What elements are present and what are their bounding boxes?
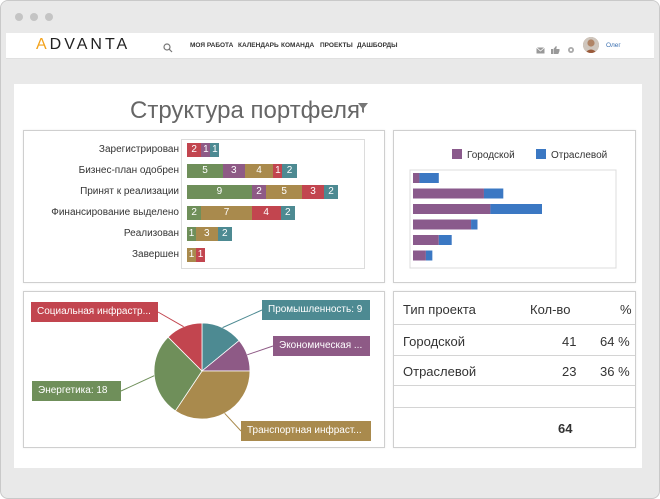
pie-label-industry: Промышленность: 9 xyxy=(262,300,370,320)
stacked-bar-segment[interactable]: 2 xyxy=(282,164,297,178)
stacked-row-label: Бизнес-план одобрен xyxy=(78,165,179,176)
stacked-bar-segment[interactable]: 2 xyxy=(280,206,295,220)
stacked-bar-segment[interactable]: 1 xyxy=(210,143,220,157)
type-bar-segment[interactable] xyxy=(438,235,452,245)
stacked-bar-segment[interactable]: 2 xyxy=(251,185,267,199)
pie-label-energy: Энергетика: 18 xyxy=(32,381,121,401)
stacked-bar-segment[interactable]: 4 xyxy=(251,206,281,220)
stacked-bar-segment[interactable]: 3 xyxy=(302,185,324,199)
window-dot-maximize[interactable] xyxy=(45,13,53,21)
page-title: Структура портфеля xyxy=(130,97,360,124)
type-bar-segment[interactable] xyxy=(471,219,478,230)
stacked-plot-box xyxy=(181,139,365,269)
nav-dashboards[interactable]: ДАШБОРДЫ xyxy=(357,42,398,49)
stacked-bar-segment[interactable]: 1 xyxy=(187,227,196,241)
stacked-row-label: Завершен xyxy=(131,249,179,260)
type-bar-segment[interactable] xyxy=(425,250,433,261)
pie-leader-line xyxy=(247,345,274,356)
table-header-percent: % xyxy=(620,302,632,317)
type-bar-segment[interactable] xyxy=(413,235,439,245)
stacked-row-label: Принят к реализации xyxy=(80,186,179,197)
filter-icon[interactable] xyxy=(358,100,368,118)
nav-calendar[interactable]: КАЛЕНДАРЬ xyxy=(238,42,279,49)
type-bar-segment[interactable] xyxy=(413,188,484,199)
type-table-panel: Тип проекта Кол-во % Городской 41 64 % О… xyxy=(393,291,636,448)
stacked-bar-segment[interactable]: 2 xyxy=(187,206,202,220)
stacked-bar-segment[interactable]: 1 xyxy=(273,164,283,178)
stacked-bar-segment[interactable]: 5 xyxy=(266,185,303,199)
stacked-bar-segment[interactable]: 3 xyxy=(196,227,218,241)
table-divider xyxy=(394,385,635,386)
sector-pie-panel: Социальная инфрастр... Промышленность: 9… xyxy=(23,291,385,448)
stacked-bar-segment[interactable]: 2 xyxy=(217,227,232,241)
stacked-bar-segment[interactable]: 1 xyxy=(201,143,211,157)
table-divider xyxy=(394,407,635,408)
nav-my-work[interactable]: МОЯ РАБОТА xyxy=(190,42,233,49)
pie-label-transport: Транспортная инфраст... xyxy=(241,421,371,441)
table-total-count: 64 xyxy=(558,421,573,436)
table-cell-type: Отраслевой xyxy=(403,364,477,379)
user-avatar[interactable] xyxy=(583,37,599,53)
user-name[interactable]: Олег xyxy=(606,42,621,49)
pie-leader-line xyxy=(222,309,263,329)
pie-label-social: Социальная инфрастр... xyxy=(31,302,158,322)
stacked-bar-segment[interactable]: 4 xyxy=(244,164,274,178)
stacked-bar-segment[interactable]: 7 xyxy=(201,206,252,220)
pie-leader-line xyxy=(120,375,155,392)
table-divider xyxy=(394,324,635,325)
stacked-row-label: Реализован xyxy=(123,228,179,239)
type-bar-segment[interactable] xyxy=(413,173,420,183)
window-dot-close[interactable] xyxy=(15,13,23,21)
nav-projects[interactable]: ПРОЕКТЫ xyxy=(320,42,353,49)
status-stacked-bar-panel: Зарегистрирован 2 1 1 Бизнес-план одобрен 5 3 4… xyxy=(23,130,385,283)
thumbs-up-icon[interactable] xyxy=(551,41,560,59)
table-cell-type: Городской xyxy=(403,334,465,349)
type-bar-chart xyxy=(409,169,617,269)
advanta-logo[interactable]: ADVANTA xyxy=(36,36,130,54)
table-cell-percent: 64 % xyxy=(600,334,630,349)
stacked-bar-segment[interactable]: 1 xyxy=(196,248,205,262)
search-icon[interactable] xyxy=(163,40,173,58)
window-dot-minimize[interactable] xyxy=(30,13,38,21)
stacked-row-label: Финансирование выделено xyxy=(51,207,179,218)
type-plot-box xyxy=(409,169,617,269)
type-bar-panel: Городской Отраслевой xyxy=(393,130,636,283)
type-bar-segment[interactable] xyxy=(490,204,542,214)
stacked-row-label: Зарегистрирован xyxy=(98,144,179,155)
status-stacked-bar-chart: Зарегистрирован 2 1 1 Бизнес-план одобрен 5 3 4… xyxy=(24,131,384,282)
window-titlebar xyxy=(1,1,659,33)
stacked-bar-segment[interactable]: 5 xyxy=(187,164,223,178)
type-bar-segment[interactable] xyxy=(419,173,439,183)
app-header: ADVANTA МОЯ РАБОТА КАЛЕНДАРЬ КОМАНДА ПРО… xyxy=(6,33,654,59)
table-header-type: Тип проекта xyxy=(403,302,476,317)
type-bar-segment[interactable] xyxy=(483,188,504,199)
nav-team[interactable]: КОМАНДА xyxy=(281,42,314,49)
mail-icon[interactable] xyxy=(536,41,545,59)
table-header-count: Кол-во xyxy=(530,302,571,317)
table-divider xyxy=(394,355,635,356)
type-bar-segment[interactable] xyxy=(413,204,491,214)
pie-leader-line xyxy=(157,311,184,328)
type-bar-segment[interactable] xyxy=(413,250,426,261)
stacked-bar-segment[interactable]: 2 xyxy=(187,143,202,157)
pie-label-economic: Экономическая ... xyxy=(273,336,370,356)
pie-leader-line xyxy=(224,412,242,432)
stacked-bar-segment[interactable]: 9 xyxy=(187,185,252,199)
settings-icon[interactable] xyxy=(567,41,575,59)
stacked-bar-segment[interactable]: 1 xyxy=(187,248,196,262)
stacked-bar-segment[interactable]: 2 xyxy=(323,185,339,199)
table-cell-count: 23 xyxy=(562,364,577,379)
table-cell-count: 41 xyxy=(562,334,577,349)
stacked-bar-segment[interactable]: 3 xyxy=(223,164,245,178)
table-cell-percent: 36 % xyxy=(600,364,630,379)
type-bar-segment[interactable] xyxy=(413,219,472,230)
